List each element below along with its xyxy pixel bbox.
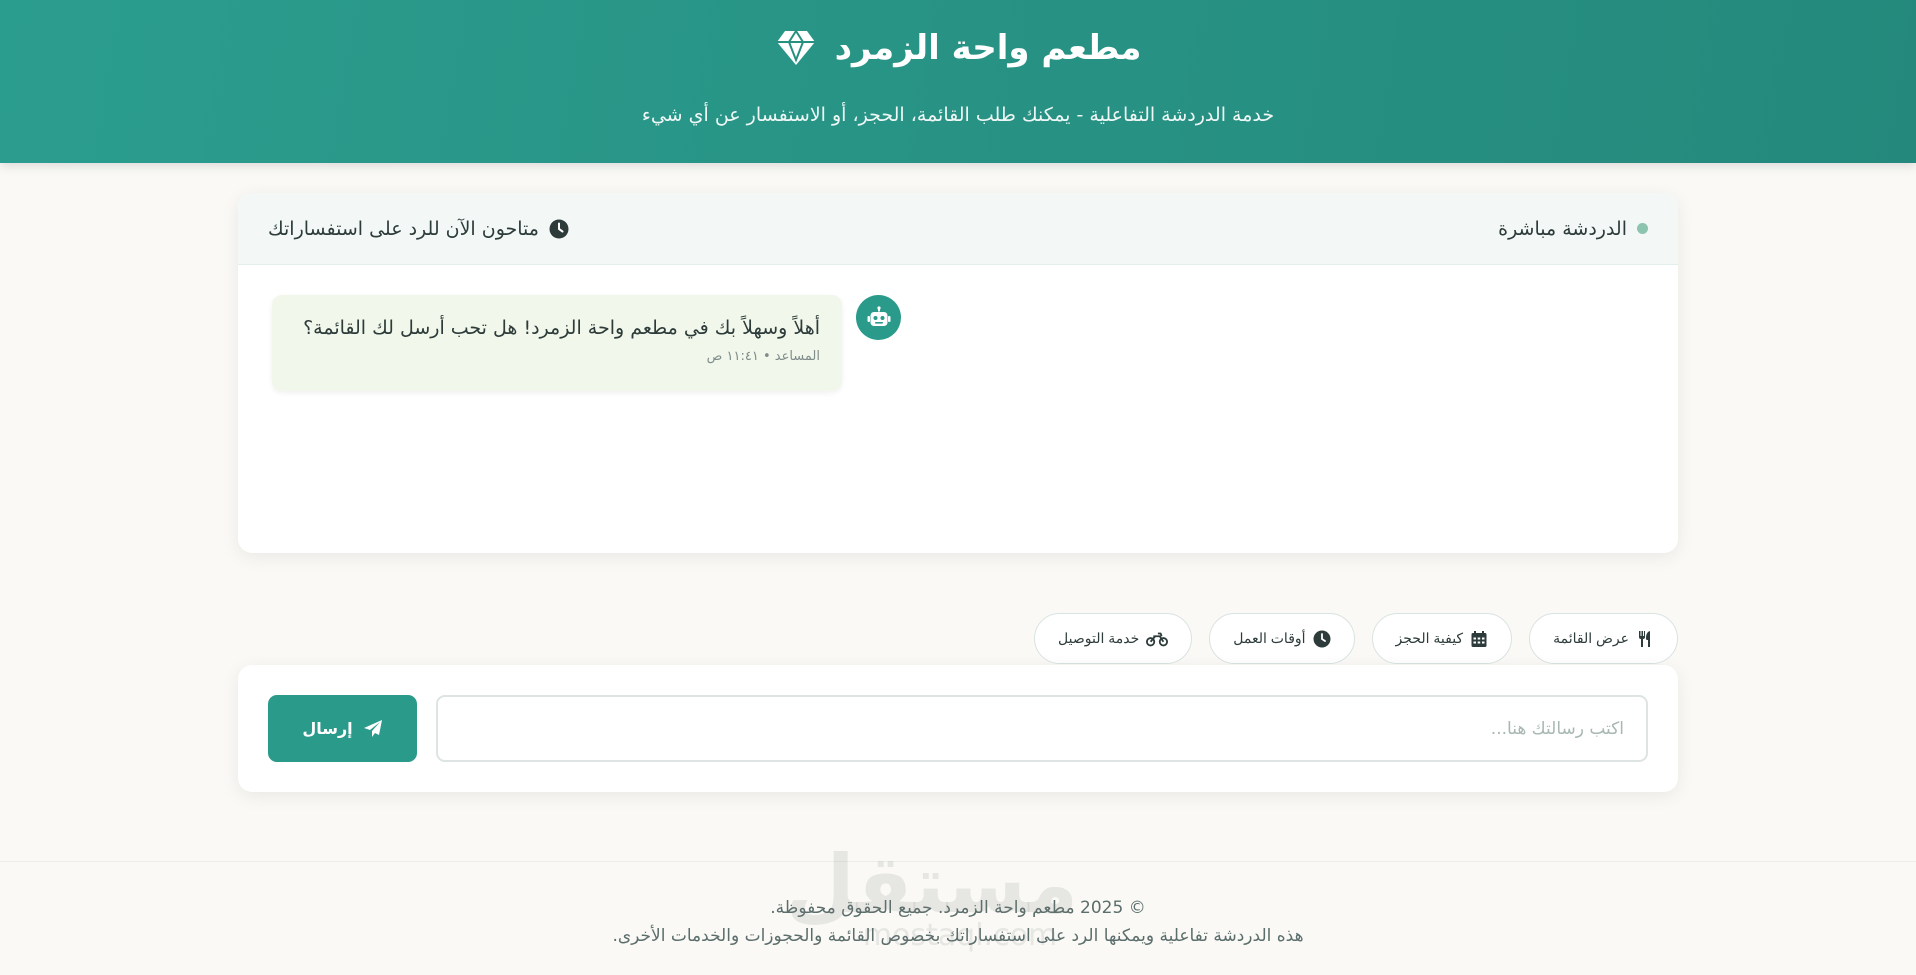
motorcycle-icon xyxy=(1146,632,1169,646)
paper-plane-icon xyxy=(363,719,382,737)
page-subtitle: خدمة الدردشة التفاعلية - يمكنك طلب القائ… xyxy=(641,104,1275,126)
quick-action-hours[interactable]: أوقات العمل xyxy=(1209,613,1355,664)
page-header: مطعم واحة الزمرد خدمة الدردشة التفاعلية … xyxy=(0,0,1916,163)
message-bubble: أهلاً وسهلاً بك في مطعم واحة الزمرد! هل … xyxy=(272,295,842,391)
utensils-icon xyxy=(1639,630,1650,647)
chat-status: الدردشة مباشرة xyxy=(1498,218,1648,240)
message-input[interactable] xyxy=(436,695,1648,762)
footer-copyright: © 2025 مطعم واحة الزمرد. جميع الحقوق محف… xyxy=(770,898,1146,918)
clock-icon xyxy=(1313,630,1331,647)
page-footer: © 2025 مطعم واحة الزمرد. جميع الحقوق محف… xyxy=(0,861,1916,975)
quick-actions: عرض القائمة كيفية الحجز أوقات العمل خدمة… xyxy=(1034,613,1678,664)
quick-action-label: أوقات العمل xyxy=(1233,630,1306,646)
gem-icon xyxy=(775,28,817,68)
chat-status-label: الدردشة مباشرة xyxy=(1498,217,1627,240)
send-button[interactable]: إرسال xyxy=(268,695,417,762)
quick-action-label: كيفية الحجز xyxy=(1395,630,1464,646)
chat-header: الدردشة مباشرة متاحون الآن للرد على استف… xyxy=(238,193,1678,265)
availability-info: متاحون الآن للرد على استفساراتك xyxy=(268,218,569,240)
send-button-label: إرسال xyxy=(302,719,353,738)
composer-panel: إرسال xyxy=(238,665,1678,792)
quick-action-label: خدمة التوصيل xyxy=(1058,630,1140,646)
message-meta: المساعد • ١١:٤١ ص xyxy=(706,349,820,364)
message-text: أهلاً وسهلاً بك في مطعم واحة الزمرد! هل … xyxy=(303,317,820,339)
clock-icon xyxy=(549,219,569,239)
availability-label: متاحون الآن للرد على استفساراتك xyxy=(268,217,539,240)
bot-avatar xyxy=(856,295,901,340)
quick-action-menu[interactable]: عرض القائمة xyxy=(1529,613,1678,664)
live-status-dot xyxy=(1637,223,1648,234)
robot-icon xyxy=(867,305,890,326)
calendar-icon xyxy=(1471,630,1487,647)
quick-action-label: عرض القائمة xyxy=(1553,630,1629,646)
page-title: مطعم واحة الزمرد xyxy=(834,28,1142,68)
footer-note: هذه الدردشة تفاعلية ويمكنها الرد على است… xyxy=(612,926,1304,946)
quick-action-reservation[interactable]: كيفية الحجز xyxy=(1371,613,1513,664)
header-title-row: مطعم واحة الزمرد xyxy=(0,28,1916,68)
chat-panel: الدردشة مباشرة متاحون الآن للرد على استف… xyxy=(238,193,1678,553)
quick-action-delivery[interactable]: خدمة التوصيل xyxy=(1034,613,1193,664)
